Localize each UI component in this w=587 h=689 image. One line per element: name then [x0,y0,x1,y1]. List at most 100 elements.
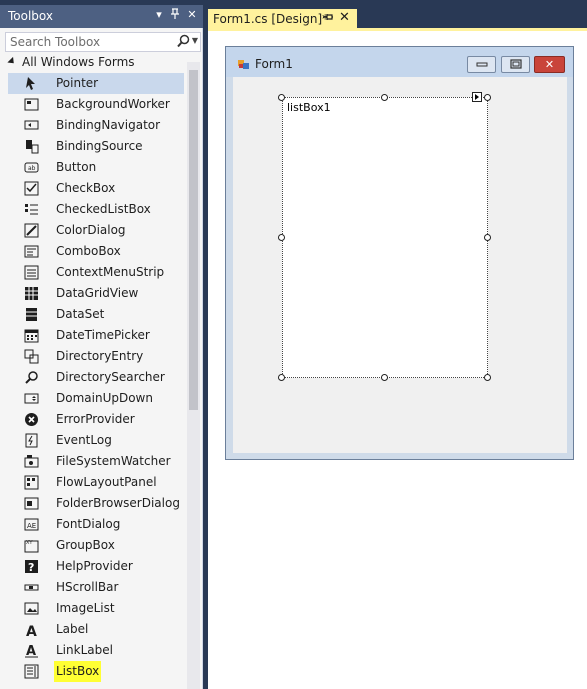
toolbox-item-flowlayoutpanel[interactable]: FlowLayoutPanel [8,472,184,493]
toolbox-title-bar: Toolbox ▾ ✕ [0,5,203,28]
toolbox-item-domainupdown[interactable]: DomainUpDown [8,388,184,409]
group-header-all-windows-forms[interactable]: All Windows Forms [7,55,135,73]
listbox1-control[interactable]: listBox1 [282,97,488,378]
toolbox-item-groupbox[interactable]: XY GroupBox [8,535,184,556]
backgroundworker-icon [24,97,39,112]
auto-hide-pin-icon[interactable] [169,8,181,23]
svg-text:A: A [26,624,37,637]
toolbox-item-label: Button [56,160,97,174]
toolbox-item-listbox[interactable]: ListBox [8,661,184,682]
minimize-icon [468,56,495,76]
toolbox-item-folderbrowserdialog[interactable]: FolderBrowserDialog [8,493,184,514]
linklabel-icon: A [24,643,39,659]
close-tab-icon[interactable]: ✕ [339,10,350,25]
search-toolbox-input[interactable]: Search Toolbox ▼ [5,32,201,52]
toolbox-item-dataset[interactable]: DataSet [8,304,184,325]
resize-handle[interactable] [278,94,285,101]
resize-handle[interactable] [381,374,388,381]
scrollbar-thumb[interactable] [189,70,198,410]
groupbox-icon: XY [24,538,39,553]
toolbox-item-imagelist[interactable]: ImageList [8,598,184,619]
resize-handle[interactable] [484,234,491,241]
toolbox-item-errorprovider[interactable]: ErrorProvider [8,409,184,430]
colordialog-icon [24,223,39,238]
datetimepicker-icon [24,328,39,343]
toolbox-item-label: ColorDialog [56,223,126,237]
toolbox-item-label: DataGridView [56,286,139,300]
form-title: Form1 [255,57,293,71]
fontdialog-icon: AE [24,517,39,532]
form-icon [237,58,251,73]
toolbox-item-linklabel[interactable]: A LinkLabel [8,640,184,661]
pin-icon[interactable] [322,11,334,26]
toolbox-item-label: EventLog [56,433,112,447]
toolbox-item-label: DataSet [56,307,105,321]
form-caption-bar[interactable]: Form1 ✕ [226,47,573,77]
toolbox-item-hscrollbar[interactable]: HScrollBar [8,577,184,598]
toolbox-item-label: DomainUpDown [56,391,153,405]
checkbox-icon [24,181,39,196]
toolbox-item-directorysearcher[interactable]: DirectorySearcher [8,367,184,388]
toolbox-item-checkedlistbox[interactable]: CheckedListBox [8,199,184,220]
smart-tag-icon[interactable] [472,92,482,102]
toolbox-item-checkbox[interactable]: CheckBox [8,178,184,199]
toolbox-item-label: GroupBox [56,538,115,552]
toolbox-item-label: DirectoryEntry [56,349,144,363]
toolbox-item-pointer[interactable]: Pointer [8,73,184,94]
tab-title: Form1.cs [Design]* [213,12,329,26]
expand-triangle-icon [7,56,17,67]
close-icon[interactable]: ✕ [186,8,198,21]
dataset-icon [24,307,39,322]
button-icon: ab [24,160,39,175]
toolbox-item-label: ListBox [54,661,102,682]
toolbox-item-bindingnavigator[interactable]: BindingNavigator [8,115,184,136]
toolbox-item-label: DirectorySearcher [56,370,165,384]
window-position-dropdown-icon[interactable]: ▾ [153,8,165,21]
toolbox-item-helpprovider[interactable]: ? HelpProvider [8,556,184,577]
toolbox-scrollbar[interactable] [187,62,200,689]
toolbox-item-fontdialog[interactable]: AE FontDialog [8,514,184,535]
toolbox-item-label: HScrollBar [56,580,119,594]
resize-handle[interactable] [381,94,388,101]
imagelist-icon [24,601,39,616]
toolbox-item-eventlog[interactable]: EventLog [8,430,184,451]
hscrollbar-icon [24,580,39,595]
maximize-icon [502,56,529,76]
close-button[interactable]: ✕ [534,56,565,73]
toolbox-title: Toolbox [8,9,53,23]
toolbox-item-filesystemwatcher[interactable]: FileSystemWatcher [8,451,184,472]
toolbox-item-label: LinkLabel [56,643,113,657]
toolbox-item-label[interactable]: A Label [8,619,184,640]
toolbox-item-label: ErrorProvider [56,412,135,426]
svg-text:?: ? [28,561,34,574]
toolbox-item-button[interactable]: ab Button [8,157,184,178]
toolbox-item-bindingsource[interactable]: BindingSource [8,136,184,157]
search-icon[interactable] [177,34,190,51]
directorysearcher-icon [24,370,39,385]
resize-handle[interactable] [484,94,491,101]
toolbox-item-datetimepicker[interactable]: DateTimePicker [8,325,184,346]
toolbox-item-label: BackgroundWorker [56,97,170,111]
toolbox-item-backgroundworker[interactable]: BackgroundWorker [8,94,184,115]
helpprovider-icon: ? [24,559,39,574]
bindingsource-icon [24,139,39,154]
toolbox-item-label: FlowLayoutPanel [56,475,157,489]
toolbox-item-colordialog[interactable]: ColorDialog [8,220,184,241]
resize-handle[interactable] [278,374,285,381]
tab-form1-design[interactable]: Form1.cs [Design]* ✕ [208,9,357,29]
svg-text:ab: ab [28,165,36,172]
maximize-button[interactable] [501,56,530,73]
toolbox-item-directoryentry[interactable]: DirectoryEntry [8,346,184,367]
resize-handle[interactable] [278,234,285,241]
eventlog-icon [24,433,39,448]
toolbox-item-datagridview[interactable]: DataGridView [8,283,184,304]
svg-text:A: A [26,644,36,658]
resize-handle[interactable] [484,374,491,381]
toolbox-item-contextmenustrip[interactable]: ContextMenuStrip [8,262,184,283]
pointer-icon [24,76,39,91]
minimize-button[interactable] [467,56,496,73]
toolbox-item-label: ImageList [56,601,115,615]
chevron-down-icon[interactable]: ▼ [192,36,198,45]
folderbrowserdialog-icon [24,496,39,511]
toolbox-item-combobox[interactable]: ComboBox [8,241,184,262]
